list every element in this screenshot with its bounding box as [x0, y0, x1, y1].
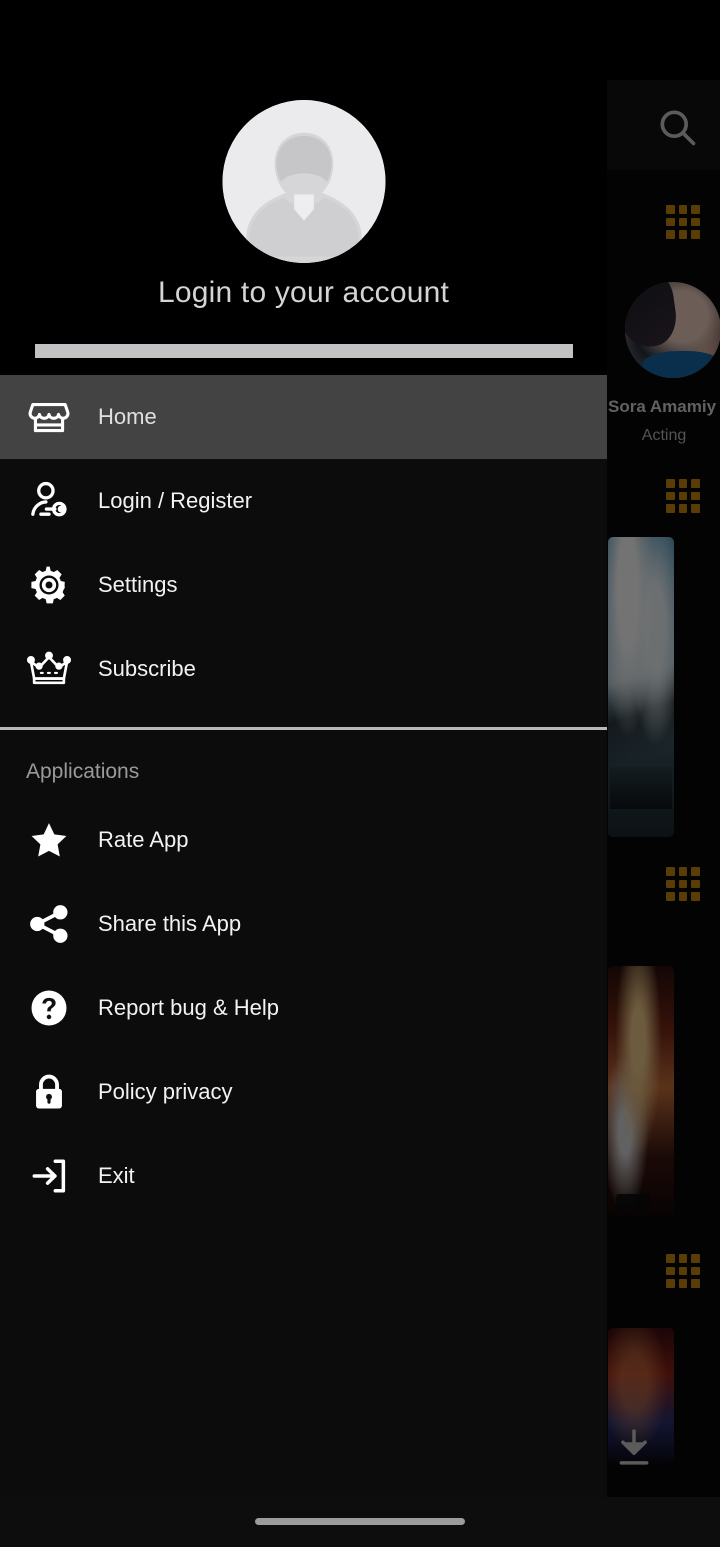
menu-item-label: Subscribe [98, 656, 196, 681]
default-user-avatar[interactable] [222, 100, 385, 263]
navigation-drawer: Login to your account Home Login / Regis… [0, 0, 607, 1497]
menu-item-label: Rate App [98, 827, 189, 852]
menu-item-share-app[interactable]: Share this App [0, 882, 607, 966]
storefront-icon [0, 395, 98, 439]
star-icon [0, 818, 98, 862]
gear-icon [0, 563, 98, 607]
crown-icon [0, 646, 98, 692]
menu-item-label: Exit [98, 1163, 135, 1188]
menu-item-rate-app[interactable]: Rate App [0, 798, 607, 882]
menu-item-label: Settings [98, 572, 178, 597]
drawer-header: Login to your account [0, 0, 607, 375]
share-icon [0, 902, 98, 946]
question-circle-icon [0, 987, 98, 1029]
page-title: Login to your account [157, 276, 450, 309]
application-menu-list: Rate App Share this App Report bug & Hel… [0, 784, 607, 1218]
menu-item-label: Share this App [98, 911, 242, 936]
menu-item-label: Home [98, 404, 157, 429]
primary-menu-list: Home Login / Register Settings Subscribe [0, 375, 607, 711]
menu-item-login-register[interactable]: Login / Register [0, 459, 607, 543]
gesture-nav-handle[interactable] [255, 1518, 465, 1525]
menu-item-settings[interactable]: Settings [0, 543, 607, 627]
system-navigation-bar [0, 1497, 720, 1547]
phone-screen: Sora Amamiy Acting [0, 0, 720, 1547]
user-key-icon [0, 479, 98, 523]
menu-item-exit[interactable]: Exit [0, 1134, 607, 1218]
lock-icon [0, 1071, 98, 1113]
menu-item-label: Report bug & Help [98, 995, 279, 1020]
menu-item-label: Policy privacy [98, 1079, 233, 1104]
menu-item-policy-privacy[interactable]: Policy privacy [0, 1050, 607, 1134]
exit-arrow-icon [0, 1155, 98, 1197]
menu-item-label: Login / Register [98, 488, 253, 513]
menu-item-subscribe[interactable]: Subscribe [0, 627, 607, 711]
menu-item-home[interactable]: Home [0, 375, 607, 459]
section-header-applications: Applications [26, 760, 140, 783]
menu-item-report-bug-help[interactable]: Report bug & Help [0, 966, 607, 1050]
header-progress-bar [35, 344, 573, 358]
